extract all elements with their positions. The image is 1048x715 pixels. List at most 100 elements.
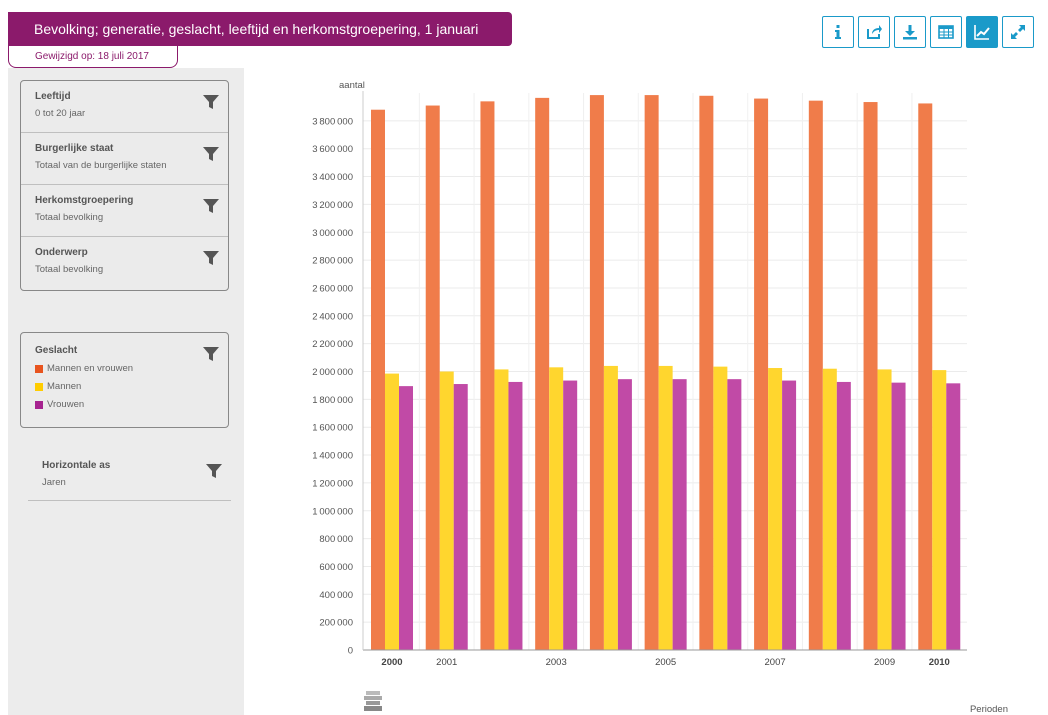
filter-value: Totaal van de burgerlijke staten [35,160,167,171]
bar-mannen-en-vrouwen [863,102,878,650]
y-tick-label: 1 800 000 [312,395,353,406]
bar-mannen [603,365,618,650]
filter-onderwerp[interactable]: Onderwerp Totaal bevolking [21,237,228,290]
y-tick-label: 3 800 000 [312,116,353,127]
filter-icon[interactable] [202,197,220,215]
bar-mannen-en-vrouwen [535,97,550,650]
legend-item[interactable]: Mannen en vrouwen [35,363,214,374]
gender-legend-panel: Geslacht Mannen en vrouwen Mannen Vrouwe… [20,332,229,428]
filter-icon[interactable] [202,249,220,267]
bar-mannen-en-vrouwen [425,105,440,651]
bar-mannen-en-vrouwen [589,95,604,651]
bar-vrouwen [891,382,906,650]
x-tick-label: 2010 [929,657,950,668]
bar-chart: 0 200 000 400 000 600 000 800 000 1 000 000 1 … [312,80,1008,714]
legend-item[interactable]: Mannen [35,381,214,392]
legend-label: Mannen en vrouwen [47,363,134,374]
table-icon [938,25,954,39]
filter-icon[interactable] [202,345,220,363]
legend-item[interactable]: Vrouwen [35,399,214,410]
download-button[interactable] [894,16,926,48]
bar-mannen-en-vrouwen [371,109,385,650]
bar-mannen [549,367,564,650]
expand-icon [1011,25,1025,39]
legend-swatch [35,382,43,391]
filter-geslacht[interactable]: Geslacht Mannen en vrouwen Mannen Vrouwe… [21,333,228,427]
info-button[interactable] [822,16,854,48]
y-tick-label: 1 600 000 [312,423,353,434]
bar-mannen-en-vrouwen [808,100,823,650]
bar-vrouwen [672,379,687,650]
y-tick-label: 2 400 000 [312,311,353,322]
bar-vrouwen [508,381,523,650]
info-icon [835,25,841,39]
download-icon [903,25,917,40]
filter-title: Onderwerp [35,247,88,258]
bar-mannen [385,373,399,650]
share-button[interactable] [858,16,890,48]
filter-icon[interactable] [205,462,223,480]
x-tick-label: 2000 [381,657,402,668]
haxis-title: Horizontale as [42,460,111,471]
filter-title: Leeftijd [35,91,71,102]
y-tick-label: 1 000 000 [312,506,353,517]
bar-mannen-en-vrouwen [480,101,495,651]
bar-vrouwen [563,380,578,650]
x-tick-label: 2005 [655,657,676,668]
x-tick-label: 2003 [546,657,567,668]
share-icon [867,25,882,39]
filter-value: 0 tot 20 jaar [35,108,86,119]
filter-title: Herkomstgroepering [35,195,134,206]
bar-mannen [439,371,454,650]
bar-mannen-en-vrouwen [754,98,769,650]
y-tick-label: 0 [348,646,353,657]
y-tick-label: 3 400 000 [312,172,353,183]
bar-mannen [768,368,783,650]
bar-vrouwen [727,379,742,650]
filter-title: Burgerlijke staat [35,143,114,154]
filter-burgerlijke-staat[interactable]: Burgerlijke staat Totaal van de burgerli… [21,133,228,185]
sidebar: Leeftijd 0 tot 20 jaar Burgerlijke staat… [8,68,244,715]
table-button[interactable] [930,16,962,48]
y-tick-label: 1 200 000 [312,478,353,489]
x-tick-label: 2001 [436,657,457,668]
bar-vrouwen [946,383,961,650]
filter-value: Totaal bevolking [35,212,104,223]
y-tick-label: 3 200 000 [312,200,353,211]
haxis-value: Jaren [42,477,66,488]
filter-herkomstgroepering[interactable]: Herkomstgroepering Totaal bevolking [21,185,228,237]
chart-button[interactable] [966,16,998,48]
bar-mannen-en-vrouwen [699,95,714,650]
legend-swatch [35,400,43,409]
filter-leeftijd[interactable]: Leeftijd 0 tot 20 jaar [21,81,228,133]
bar-mannen-en-vrouwen [644,95,659,651]
filter-panel: Leeftijd 0 tot 20 jaar Burgerlijke staat… [20,80,229,291]
horizontal-axis-setting[interactable]: Horizontale as Jaren [28,456,231,501]
cbs-logo-icon [364,691,382,711]
bar-vrouwen [617,379,632,650]
bar-vrouwen [399,386,413,650]
bar-vrouwen [782,380,797,650]
y-tick-label: 200 000 [319,618,353,629]
bar-mannen [713,366,728,650]
y-tick-label: 3 000 000 [312,228,353,239]
x-tick-label: 2009 [874,657,895,668]
filter-icon[interactable] [202,93,220,111]
modified-date: Gewijzigd op: 18 juli 2017 [8,46,178,68]
x-axis-label: Perioden [970,704,1008,714]
y-tick-label: 2 800 000 [312,256,353,267]
y-tick-label: 2 200 000 [312,339,353,350]
bar-mannen [932,370,947,650]
fullscreen-button[interactable] [1002,16,1034,48]
line-chart-icon [974,25,990,40]
x-tick-label: 2007 [765,657,786,668]
bar-mannen [494,369,509,650]
y-tick-label: 1 400 000 [312,451,353,462]
filter-title: Geslacht [35,345,78,356]
bar-vrouwen [836,381,851,650]
toolbar [822,16,1034,48]
table-title: Bevolking; generatie, geslacht, leeftijd… [8,12,512,46]
legend-label: Vrouwen [47,399,85,410]
filter-value: Totaal bevolking [35,264,104,275]
filter-icon[interactable] [202,145,220,163]
